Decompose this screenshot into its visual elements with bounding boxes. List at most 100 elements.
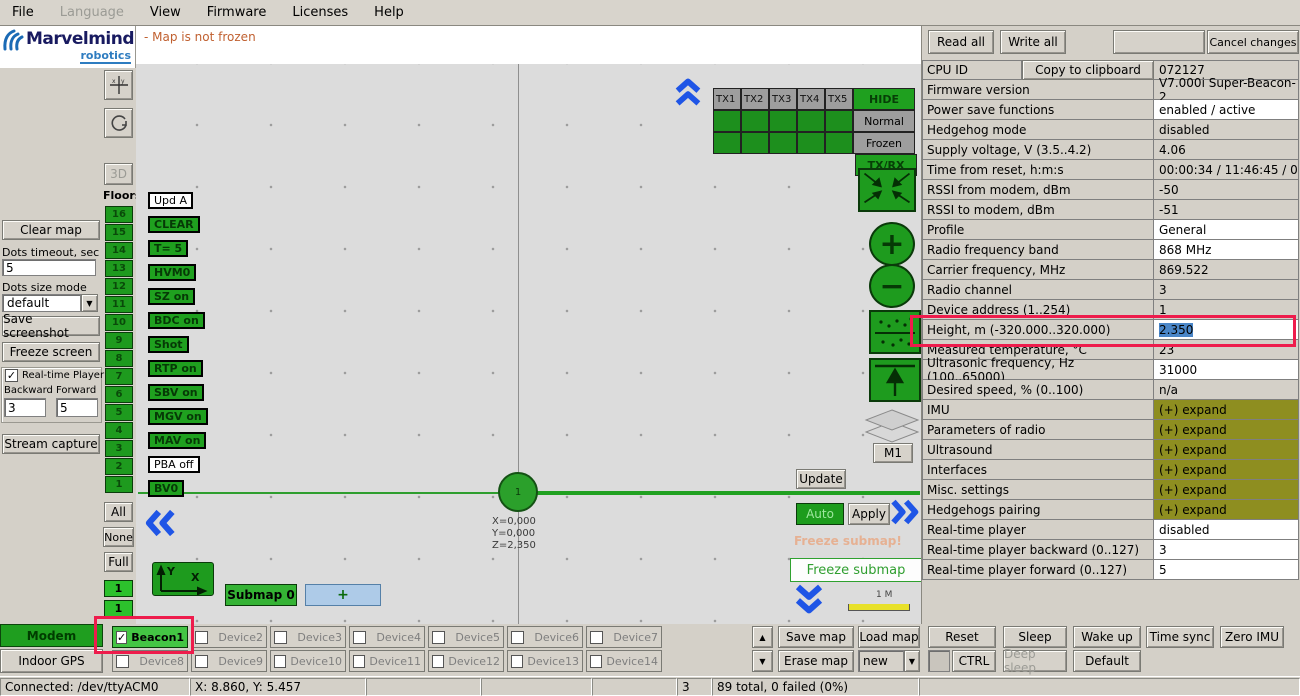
map-toggle-button[interactable]: HVM0 [148,264,196,281]
parameter-row[interactable]: Supply voltage, V (3.5..4.2) 4.06 [922,140,1299,160]
zoom-in-button[interactable]: + [869,222,915,266]
collapse-up-icon[interactable] [674,78,702,108]
device-cell[interactable]: Device12 [428,650,504,672]
save-map-button[interactable]: Save map [778,626,854,648]
clear-map-button[interactable]: Clear map [2,220,100,240]
map-toggle-button[interactable]: PBA off [148,456,200,473]
map-toggle-button[interactable]: SBV on [148,384,204,401]
save-screenshot-button[interactable]: Save screenshot [2,316,100,336]
map-toggle-button[interactable]: BV0 [148,480,184,497]
device-checkbox[interactable] [353,631,366,644]
erase-map-button[interactable]: Erase map [778,650,854,672]
parameter-value[interactable]: (+) expand [1154,400,1299,420]
floor-button[interactable]: 12 [105,278,133,295]
stream-capture-button[interactable]: Stream capture [2,434,100,454]
device-cell[interactable]: Device8 [112,650,188,672]
parameter-row[interactable]: Hedgehog mode disabled [922,120,1299,140]
tx-frozen-button[interactable]: Frozen [853,132,915,154]
parameter-row[interactable]: Real-time player backward (0..127) 3 [922,540,1299,560]
parameter-row[interactable]: Radio channel 3 [922,280,1299,300]
device-checkbox[interactable] [195,631,208,644]
floor-button[interactable]: 16 [105,206,133,223]
zero-imu-button[interactable]: Zero IMU [1220,626,1284,648]
wake-up-button[interactable]: Wake up [1073,626,1141,648]
floor-button[interactable]: 13 [105,260,133,277]
parameter-value[interactable]: n/a [1154,380,1299,400]
floor-button[interactable]: 2 [105,458,133,475]
floors-full-button[interactable]: Full [104,552,133,572]
floor-button[interactable]: 11 [105,296,133,313]
submap-1b-button[interactable]: 1 [104,600,133,617]
auto-button[interactable]: Auto [796,503,844,525]
time-sync-button[interactable]: Time sync [1146,626,1214,648]
menu-item[interactable]: Firmware [207,5,267,20]
chevron-down-icon[interactable]: ▼ [81,294,98,312]
device-checkbox[interactable] [432,655,444,668]
device-cell[interactable]: Device13 [507,650,583,672]
submap-1-button[interactable]: 1 [104,580,133,597]
ctrl-button[interactable]: CTRL [952,650,996,672]
device-scroll-up-button[interactable]: ▲ [752,626,773,648]
backward-input[interactable]: 3 [4,398,46,417]
device-checkbox[interactable] [590,655,602,668]
collapse-down-icon[interactable] [794,582,824,614]
device-cell[interactable]: Device9 [191,650,267,672]
zoom-out-button[interactable]: − [869,264,915,308]
device-checkbox[interactable] [511,631,524,644]
parameter-row[interactable]: Real-time player disabled [922,520,1299,540]
map-toggle-button[interactable]: BDC on [148,312,205,329]
xy-crosshair-tool-button[interactable]: xy [104,70,133,100]
parameter-value[interactable]: 5 [1154,560,1299,580]
parameter-row[interactable]: Time from reset, h:m:s 00:00:34 / 11:46:… [922,160,1299,180]
device-checkbox[interactable] [353,655,365,668]
floor-button[interactable]: 10 [105,314,133,331]
parameter-value[interactable]: 00:00:34 / 11:46:45 / 0 [1154,160,1299,180]
parameter-row[interactable]: Misc. settings (+) expand [922,480,1299,500]
read-all-button[interactable]: Read all [928,30,994,54]
freeze-submap-button[interactable]: Freeze submap [790,558,922,582]
map-toggle-button[interactable]: T= 5 [148,240,188,257]
parameter-row[interactable]: Ultrasound (+) expand [922,440,1299,460]
floor-button[interactable]: 3 [105,440,133,457]
default-button[interactable]: Default [1073,650,1141,672]
parameter-value[interactable]: enabled / active [1154,100,1299,120]
floors-all-button[interactable]: All [104,502,133,522]
add-submap-button[interactable]: + [305,584,381,606]
parameter-value[interactable]: (+) expand [1154,420,1299,440]
parameter-value[interactable]: (+) expand [1154,440,1299,460]
parameter-value[interactable]: 869.522 [1154,260,1299,280]
reset-button[interactable]: Reset [928,626,996,648]
parameter-value[interactable]: (+) expand [1154,460,1299,480]
forward-input[interactable]: 5 [56,398,98,417]
menu-item[interactable]: File [12,5,34,20]
floor-button[interactable]: 8 [105,350,133,367]
floor-button[interactable]: 15 [105,224,133,241]
axis-orientation-icon[interactable]: Y X [152,562,214,596]
parameter-value[interactable]: 2.350 [1154,320,1299,340]
map-toggle-button[interactable]: Upd A [148,192,193,209]
device-cell[interactable]: Device11 [349,650,425,672]
m1-button[interactable]: M1 [873,443,913,463]
parameter-row[interactable]: Ultrasonic frequency, Hz (100..65000) 31… [922,360,1299,380]
device-cell[interactable]: Device7 [586,626,662,648]
parameter-row[interactable]: RSSI to modem, dBm -51 [922,200,1299,220]
device-checkbox[interactable] [590,631,603,644]
map-toggle-button[interactable]: SZ on [148,288,195,305]
ctrl-checkbox[interactable] [928,650,950,672]
parameter-value[interactable]: -50 [1154,180,1299,200]
parameter-row[interactable]: Radio frequency band 868 MHz [922,240,1299,260]
menu-item[interactable]: Licenses [292,5,348,20]
parameter-value[interactable]: disabled [1154,120,1299,140]
parameter-value[interactable]: disabled [1154,520,1299,540]
modem-button[interactable]: Modem [0,624,103,647]
parameter-row[interactable]: Parameters of radio (+) expand [922,420,1299,440]
parameter-row[interactable]: Power save functions enabled / active [922,100,1299,120]
floor-button[interactable]: 5 [105,404,133,421]
parameter-row[interactable]: Desired speed, % (0..100) n/a [922,380,1299,400]
parameter-value[interactable]: V7.000i Super-Beacon-2 [1154,80,1299,100]
floor-button[interactable]: 9 [105,332,133,349]
parameter-row[interactable]: Hedgehogs pairing (+) expand [922,500,1299,520]
device-checkbox[interactable] [116,631,127,644]
parameter-row[interactable]: Firmware version V7.000i Super-Beacon-2 [922,80,1299,100]
parameter-value[interactable]: 1 [1154,300,1299,320]
